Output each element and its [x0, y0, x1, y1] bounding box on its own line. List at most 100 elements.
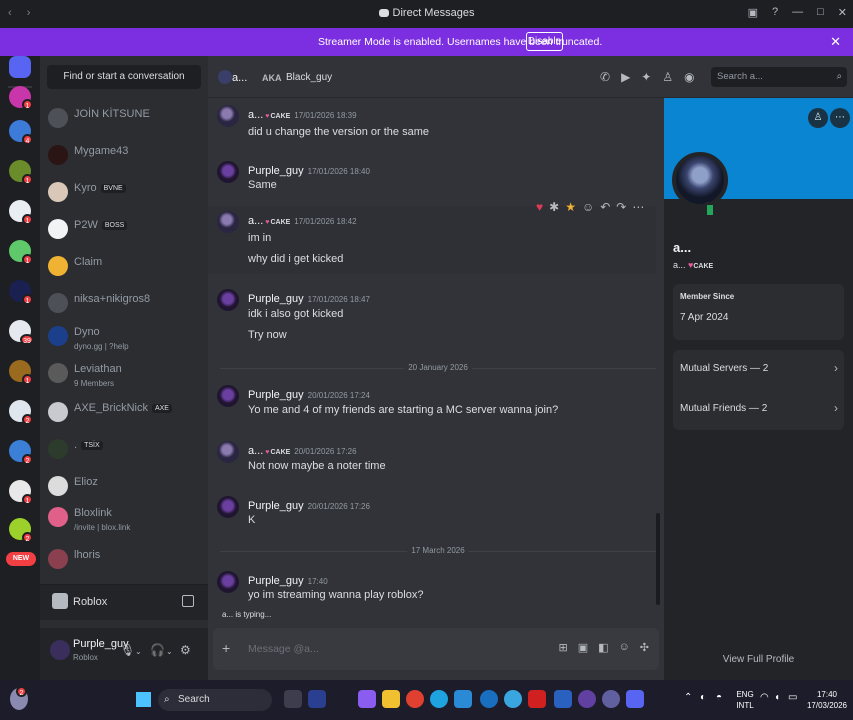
dm-item[interactable]: Elioz: [48, 472, 204, 506]
home-button[interactable]: [9, 56, 31, 78]
avatar[interactable]: [217, 441, 239, 463]
dm-item[interactable]: Dyno dyno.gg | ?help: [48, 322, 204, 356]
tray-app-icon[interactable]: ◐: [700, 692, 706, 703]
maximize-button[interactable]: □: [817, 6, 824, 19]
dm-item[interactable]: lhoris: [48, 545, 204, 579]
taskbar-search[interactable]: ⌕ Search: [158, 689, 272, 711]
avatar[interactable]: [217, 571, 239, 593]
scrollbar[interactable]: [656, 513, 660, 605]
forward-icon[interactable]: ↷: [616, 200, 626, 214]
message[interactable]: a...CAKE 17/01/2026 18:39 did u change th…: [208, 100, 656, 150]
gear-icon[interactable]: ⚙: [180, 643, 191, 657]
tray-app-icon[interactable]: ◓: [716, 692, 722, 703]
message[interactable]: Purple_guy 20/01/2026 17:26 K: [208, 491, 656, 535]
add-friend-icon[interactable]: ♙: [662, 70, 673, 84]
author-name[interactable]: Purple_guy: [248, 500, 304, 512]
add-friend-icon[interactable]: ♙: [808, 108, 828, 128]
minimize-button[interactable]: —: [792, 6, 803, 19]
search-input[interactable]: Search a... ⌕: [711, 67, 847, 87]
avatar[interactable]: [217, 289, 239, 311]
dm-item[interactable]: . TSİX: [48, 435, 204, 469]
find-conversation-button[interactable]: Find or start a conversation: [47, 65, 201, 89]
banner-close-icon[interactable]: ✕: [830, 34, 841, 50]
message[interactable]: Purple_guy 17:40 yo im streaming wanna pl…: [208, 566, 656, 610]
phone-icon[interactable]: ✆: [600, 70, 610, 84]
message-composer[interactable]: + Message @a... ⊞ ▣ ◧ ☺ ✣: [213, 628, 659, 670]
dm-item[interactable]: Leviathan 9 Members: [48, 359, 204, 393]
tray-chevron-icon[interactable]: ⌃: [684, 692, 692, 703]
copilot-icon[interactable]: [358, 690, 376, 708]
message[interactable]: a...CAKE 17/01/2026 18:42 im in why did i…: [208, 206, 656, 274]
star-reaction-icon[interactable]: ★: [565, 200, 576, 214]
app-icon[interactable]: [602, 690, 620, 708]
party-reaction-icon[interactable]: ✱: [549, 200, 559, 214]
message[interactable]: Purple_guy 17/01/2026 18:47 idk i also go…: [208, 284, 656, 346]
dm-item[interactable]: Kyro BVNE: [48, 178, 204, 212]
dm-item[interactable]: Bloxlink/invite | blox.link: [48, 503, 204, 537]
message[interactable]: Purple_guy 17/01/2026 18:40 Same: [208, 156, 656, 196]
dm-item[interactable]: AXE_BrickNick AXE: [48, 398, 204, 432]
author-name[interactable]: Purple_guy: [248, 575, 304, 587]
language-indicator[interactable]: ENG INTL: [736, 689, 754, 711]
disable-button[interactable]: Disable: [526, 32, 563, 51]
author-name[interactable]: a...: [248, 215, 263, 227]
edge-icon[interactable]: [430, 690, 448, 708]
file-explorer-icon[interactable]: [382, 690, 400, 708]
clock[interactable]: 17:40 17/03/2026: [806, 689, 848, 711]
mutual-servers-row[interactable]: Mutual Servers — 2 ›: [680, 361, 838, 375]
dm-item[interactable]: JOİN KİTSUNE: [48, 104, 204, 138]
pin-icon[interactable]: ✦: [641, 70, 651, 84]
battery-icon[interactable]: ▭: [788, 692, 797, 703]
volume-icon[interactable]: ◖: [774, 692, 780, 703]
view-full-profile-link[interactable]: View Full Profile: [664, 654, 853, 665]
help-icon[interactable]: ?: [772, 6, 778, 19]
reply-icon[interactable]: ↶: [600, 200, 610, 214]
chevron-down-icon[interactable]: ⌄: [166, 647, 173, 656]
dm-item[interactable]: Claim: [48, 252, 204, 286]
start-icon[interactable]: [136, 692, 151, 707]
activity-panel[interactable]: Roblox: [40, 584, 208, 620]
wifi-icon[interactable]: ◠: [760, 692, 769, 703]
avatar[interactable]: [50, 640, 70, 660]
add-reaction-icon[interactable]: ☺: [582, 200, 594, 214]
avatar[interactable]: [217, 496, 239, 518]
heart-reaction-icon[interactable]: ♥: [536, 200, 543, 214]
message[interactable]: a...CAKE 20/01/2026 17:26 Not now maybe a…: [208, 436, 656, 480]
emoji-icon[interactable]: ☺: [619, 641, 630, 654]
discord-icon[interactable]: [626, 690, 644, 708]
hp-icon[interactable]: [480, 690, 498, 708]
author-name[interactable]: a...: [248, 109, 263, 121]
dm-item[interactable]: P2W BOSS: [48, 215, 204, 249]
chrome-icon[interactable]: [406, 690, 424, 708]
more-icon[interactable]: ⋯: [830, 108, 850, 128]
sticker-icon[interactable]: ◧: [598, 641, 608, 654]
video-icon[interactable]: ▶: [621, 70, 630, 84]
avatar[interactable]: [217, 211, 239, 233]
store-icon[interactable]: [454, 690, 472, 708]
profile-icon[interactable]: ◉: [684, 70, 694, 84]
more-icon[interactable]: ⋯: [632, 200, 644, 214]
author-name[interactable]: a...: [248, 445, 263, 457]
inbox-icon[interactable]: ▣: [748, 6, 758, 19]
new-badge[interactable]: NEW: [6, 552, 36, 566]
headphones-icon[interactable]: 🎧: [150, 643, 165, 657]
close-window-button[interactable]: ✕: [838, 6, 847, 19]
dm-item[interactable]: niksa+nikigros8: [48, 289, 204, 323]
mcafee-icon[interactable]: [528, 690, 546, 708]
author-name[interactable]: Purple_guy: [248, 165, 304, 177]
mutual-friends-row[interactable]: Mutual Friends — 2 ›: [680, 401, 838, 415]
app-icon[interactable]: [554, 690, 572, 708]
author-name[interactable]: Purple_guy: [248, 293, 304, 305]
app-icon[interactable]: [504, 690, 522, 708]
app-icon[interactable]: [308, 690, 326, 708]
activity-action-icon[interactable]: [182, 595, 194, 607]
gift-icon[interactable]: ⊞: [559, 641, 568, 654]
author-name[interactable]: Purple_guy: [248, 389, 304, 401]
avatar[interactable]: [217, 385, 239, 407]
avatar[interactable]: [217, 105, 239, 127]
apps-icon[interactable]: ✣: [640, 641, 649, 654]
app-icon[interactable]: [578, 690, 596, 708]
chevron-down-icon[interactable]: ⌄: [135, 647, 142, 656]
attach-plus-icon[interactable]: +: [222, 640, 230, 656]
gif-icon[interactable]: ▣: [578, 641, 588, 654]
